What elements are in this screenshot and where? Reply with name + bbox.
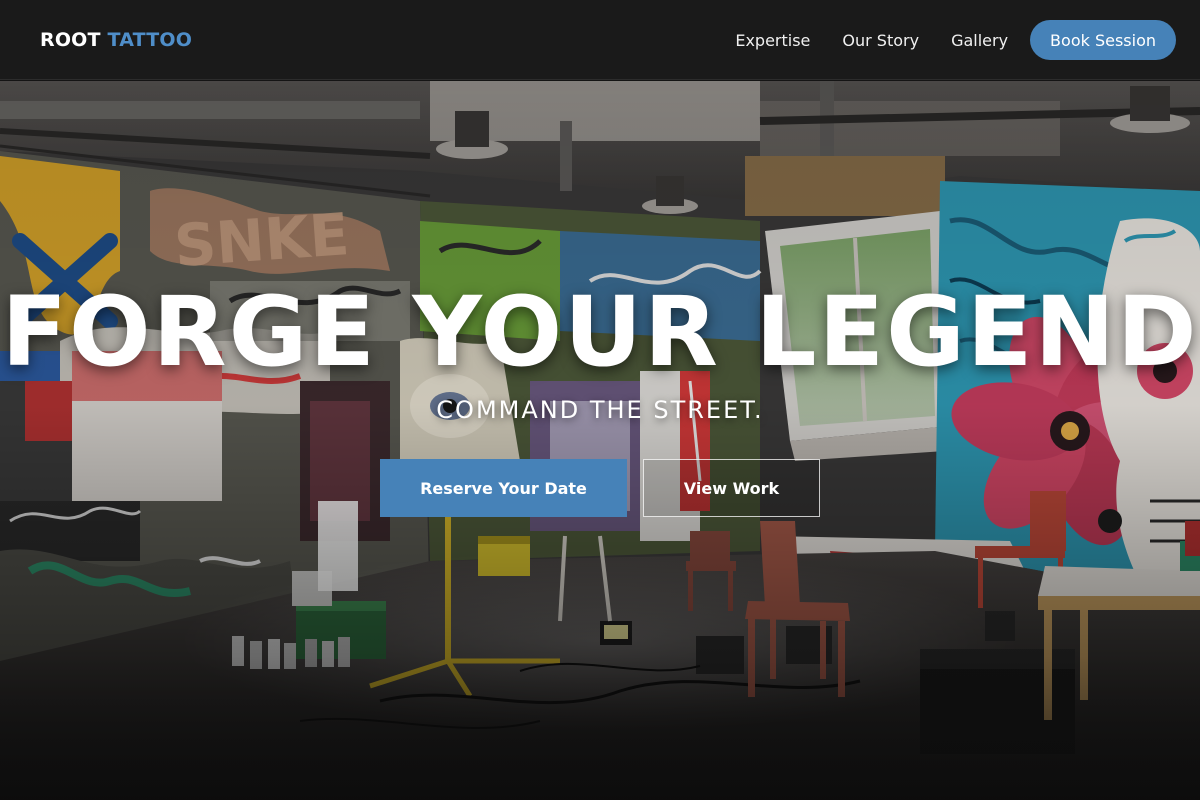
nav-links: Expertise Our Story Gallery Book Session [735, 20, 1176, 60]
hero-headline: FORGE YOUR LEGEND [1, 276, 1199, 388]
hero-overlay [0, 81, 1200, 800]
landing-page: ROOT TATTOO Expertise Our Story Gallery … [0, 0, 1200, 800]
nav-link-expertise[interactable]: Expertise [735, 31, 810, 50]
view-work-button[interactable]: View Work [643, 459, 820, 517]
logo-primary: ROOT [40, 29, 101, 51]
logo-accent: TATTOO [107, 29, 193, 51]
reserve-date-button[interactable]: Reserve Your Date [380, 459, 627, 517]
hero-subheadline: COMMAND THE STREET. [436, 396, 764, 424]
book-session-button[interactable]: Book Session [1030, 20, 1176, 60]
nav-link-our-story[interactable]: Our Story [842, 31, 919, 50]
logo[interactable]: ROOT TATTOO [40, 28, 192, 52]
navbar: ROOT TATTOO Expertise Our Story Gallery … [0, 0, 1200, 80]
nav-link-gallery[interactable]: Gallery [951, 31, 1008, 50]
hero-section: SNKE [0, 81, 1200, 800]
